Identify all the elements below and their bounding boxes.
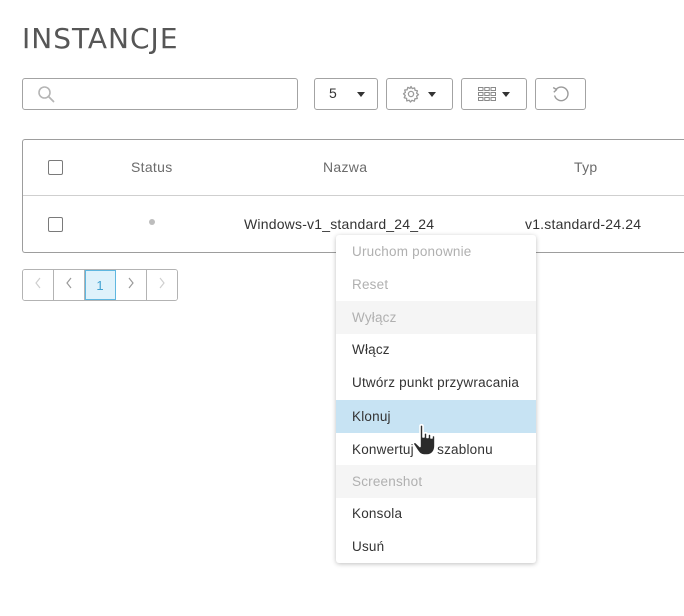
search-icon xyxy=(37,85,55,108)
menu-item-clone[interactable]: Klonuj xyxy=(336,400,536,433)
chevron-down-icon xyxy=(502,92,510,97)
menu-item-screenshot: Screenshot xyxy=(336,465,536,498)
page-size-value: 5 xyxy=(329,85,337,101)
column-header-name[interactable]: Nazwa xyxy=(323,159,367,175)
search-input[interactable] xyxy=(63,83,293,107)
menu-item-reset: Reset xyxy=(352,277,389,292)
menu-item-restart: Uruchom ponownie xyxy=(352,244,472,259)
column-header-status[interactable]: Status xyxy=(131,159,173,175)
row-checkbox[interactable] xyxy=(48,217,63,232)
menu-item-create-snapshot[interactable]: Utwórz punkt przywracania xyxy=(336,366,536,399)
next-page-button[interactable] xyxy=(116,270,147,300)
chevron-right-icon xyxy=(126,276,136,294)
page-title: INSTANCJE xyxy=(22,22,179,55)
first-page-button[interactable] xyxy=(23,270,54,300)
chevron-first-icon xyxy=(33,276,43,294)
instance-type: v1.standard-24.24 xyxy=(525,216,642,232)
refresh-icon xyxy=(551,85,571,108)
page-size-select[interactable]: 5 xyxy=(314,78,378,110)
search-box[interactable] xyxy=(22,78,298,110)
grid-icon xyxy=(478,87,496,106)
chevron-down-icon xyxy=(357,92,365,97)
chevron-last-icon xyxy=(157,276,167,294)
page-button-1[interactable]: 1 xyxy=(85,270,116,300)
chevron-left-icon xyxy=(64,276,74,294)
table-header-row: Status Nazwa Typ xyxy=(23,140,684,196)
menu-item-power-off: Wyłącz xyxy=(336,301,536,334)
pagination: 1 xyxy=(22,269,178,301)
row-context-menu: Uruchom ponownie Reset Wyłącz Włącz Utwó… xyxy=(336,235,536,563)
settings-dropdown-button[interactable] xyxy=(386,78,453,110)
menu-item-power-on[interactable]: Włącz xyxy=(336,333,536,366)
select-all-checkbox[interactable] xyxy=(48,160,63,175)
status-indicator xyxy=(149,219,155,225)
chevron-down-icon xyxy=(428,92,436,97)
last-page-button[interactable] xyxy=(147,270,177,300)
menu-item-delete[interactable]: Usuń xyxy=(336,530,536,563)
gear-icon xyxy=(402,85,420,108)
instance-name: Windows-v1_standard_24_24 xyxy=(244,216,435,232)
refresh-button[interactable] xyxy=(535,78,586,110)
column-header-type[interactable]: Typ xyxy=(574,159,597,175)
columns-dropdown-button[interactable] xyxy=(461,78,527,110)
menu-item-console[interactable]: Konsola xyxy=(336,497,536,530)
menu-item-convert-to-template[interactable]: Konwertuj do szablonu xyxy=(336,433,536,466)
prev-page-button[interactable] xyxy=(54,270,85,300)
